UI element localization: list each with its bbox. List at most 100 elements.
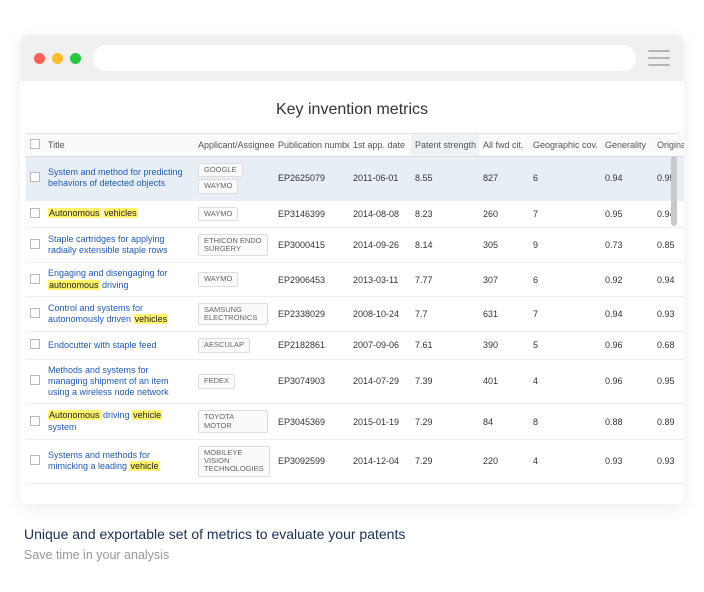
metrics-table-wrap: Title Applicant/Assignee Publication num… (26, 133, 678, 484)
highlight-span: vehicles (103, 208, 138, 218)
applicant-pill[interactable]: GOOGLE (198, 163, 243, 177)
cell-geo: 6 (529, 263, 601, 297)
cell-pubnum: EP2182861 (274, 332, 349, 359)
cell-geo: 9 (529, 227, 601, 263)
applicant-pill[interactable]: MOBILEYE VISION TECHNOLOGIES (198, 446, 270, 477)
col-date[interactable]: 1st app. date (349, 134, 411, 157)
cell-generality: 0.88 (601, 404, 653, 440)
applicant-pill[interactable]: SAMSUNG ELECTRONICS (198, 303, 268, 326)
cell-originality: 0.95 (653, 359, 684, 404)
menu-icon[interactable] (648, 50, 670, 66)
cell-generality: 0.96 (601, 359, 653, 404)
cell-strength: 7.7 (411, 296, 479, 332)
applicant-pill[interactable]: FEDEX (198, 374, 235, 388)
patent-title-link[interactable]: Control and systems for autonomously dri… (48, 303, 190, 326)
cell-strength: 8.55 (411, 157, 479, 201)
applicant-pill[interactable]: WAYMO (198, 272, 238, 286)
highlight-span: autonomous (48, 280, 100, 290)
cell-originality: 0.68 (653, 332, 684, 359)
cell-cit: 390 (479, 332, 529, 359)
col-title[interactable]: Title (44, 134, 194, 157)
col-geo[interactable]: Geographic cov. (529, 134, 601, 157)
table-row[interactable]: Autonomous vehiclesWAYMOEP31463992014-08… (26, 200, 684, 227)
table-row[interactable]: Engaging and disengaging for autonomous … (26, 263, 684, 297)
patent-title-link[interactable]: Systems and methods for mimicking a lead… (48, 450, 190, 473)
applicant-pill[interactable]: AESCULAP (198, 338, 250, 352)
cell-geo: 6 (529, 157, 601, 201)
cell-cit: 307 (479, 263, 529, 297)
table-row[interactable]: Control and systems for autonomously dri… (26, 296, 684, 332)
cell-strength: 8.14 (411, 227, 479, 263)
cell-geo: 4 (529, 439, 601, 483)
cell-cit: 401 (479, 359, 529, 404)
row-checkbox[interactable] (30, 308, 40, 318)
close-dot-icon[interactable] (34, 53, 45, 64)
cell-generality: 0.94 (601, 296, 653, 332)
row-checkbox[interactable] (30, 172, 40, 182)
applicant-pill[interactable]: ETHICON ENDO SURGERY (198, 234, 268, 257)
cell-pubnum: EP3146399 (274, 200, 349, 227)
cell-date: 2013-03-11 (349, 263, 411, 297)
row-checkbox[interactable] (30, 455, 40, 465)
minimize-dot-icon[interactable] (52, 53, 63, 64)
cell-cit: 220 (479, 439, 529, 483)
row-checkbox[interactable] (30, 208, 40, 218)
patent-title-link[interactable]: Endocutter with staple feed (48, 340, 190, 351)
scrollbar-thumb[interactable] (671, 156, 677, 226)
table-row[interactable]: System and method for predicting behavio… (26, 157, 684, 201)
row-checkbox[interactable] (30, 416, 40, 426)
row-checkbox[interactable] (30, 375, 40, 385)
patent-title-link[interactable]: Autonomous driving vehicle system (48, 410, 190, 433)
cell-generality: 0.73 (601, 227, 653, 263)
table-header-row: Title Applicant/Assignee Publication num… (26, 134, 684, 157)
highlight-span: Autonomous (48, 410, 101, 420)
select-all-checkbox[interactable] (30, 139, 40, 149)
table-row[interactable]: Autonomous driving vehicle system TOYOTA … (26, 404, 684, 440)
highlight-span: vehicle (130, 461, 160, 471)
col-checkbox[interactable] (26, 134, 44, 157)
cell-date: 2014-09-26 (349, 227, 411, 263)
col-strength[interactable]: Patent strength (411, 134, 479, 157)
table-row[interactable]: Endocutter with staple feed AESCULAP EP218… (26, 332, 684, 359)
cell-date: 2008-10-24 (349, 296, 411, 332)
cell-geo: 8 (529, 404, 601, 440)
patent-title-link[interactable]: Staple cartridges for applying radially … (48, 234, 190, 257)
row-checkbox[interactable] (30, 239, 40, 249)
table-row[interactable]: Methods and systems for managing shipmen… (26, 359, 684, 404)
col-applicant[interactable]: Applicant/Assignee (194, 134, 274, 157)
patent-title-link[interactable]: Autonomous vehicles (48, 208, 190, 219)
cell-generality: 0.95 (601, 200, 653, 227)
cell-pubnum: EP2625079 (274, 157, 349, 201)
applicant-pill[interactable]: WAYMO (198, 179, 238, 193)
browser-window: Key invention metrics Title Applicant/As… (20, 35, 684, 504)
highlight-span: vehicles (134, 314, 169, 324)
cell-geo: 5 (529, 332, 601, 359)
cell-strength: 8.23 (411, 200, 479, 227)
patent-title-link[interactable]: Engaging and disengaging for autonomous … (48, 268, 190, 291)
cell-strength: 7.39 (411, 359, 479, 404)
caption-sub: Save time in your analysis (24, 548, 704, 562)
table-row[interactable]: Systems and methods for mimicking a lead… (26, 439, 684, 483)
patent-title-link[interactable]: System and method for predicting behavio… (48, 167, 190, 190)
cell-pubnum: EP3000415 (274, 227, 349, 263)
maximize-dot-icon[interactable] (70, 53, 81, 64)
col-cit[interactable]: All fwd cit. (479, 134, 529, 157)
row-checkbox[interactable] (30, 339, 40, 349)
url-bar[interactable] (93, 45, 636, 71)
cell-pubnum: EP2906453 (274, 263, 349, 297)
cell-generality: 0.93 (601, 439, 653, 483)
applicant-pill[interactable]: WAYMO (198, 207, 238, 221)
col-pubnum[interactable]: Publication number (274, 134, 349, 157)
patent-title-link[interactable]: Methods and systems for managing shipmen… (48, 365, 190, 399)
cell-originality: 0.93 (653, 296, 684, 332)
row-checkbox[interactable] (30, 274, 40, 284)
cell-strength: 7.29 (411, 439, 479, 483)
col-generality[interactable]: Generality (601, 134, 653, 157)
col-originality[interactable]: Originality (653, 134, 684, 157)
cell-cit: 84 (479, 404, 529, 440)
table-row[interactable]: Staple cartridges for applying radially … (26, 227, 684, 263)
page-title: Key invention metrics (26, 101, 678, 119)
cell-pubnum: EP3045369 (274, 404, 349, 440)
applicant-pill[interactable]: TOYOTA MOTOR (198, 410, 268, 433)
cell-originality: 0.94 (653, 200, 684, 227)
